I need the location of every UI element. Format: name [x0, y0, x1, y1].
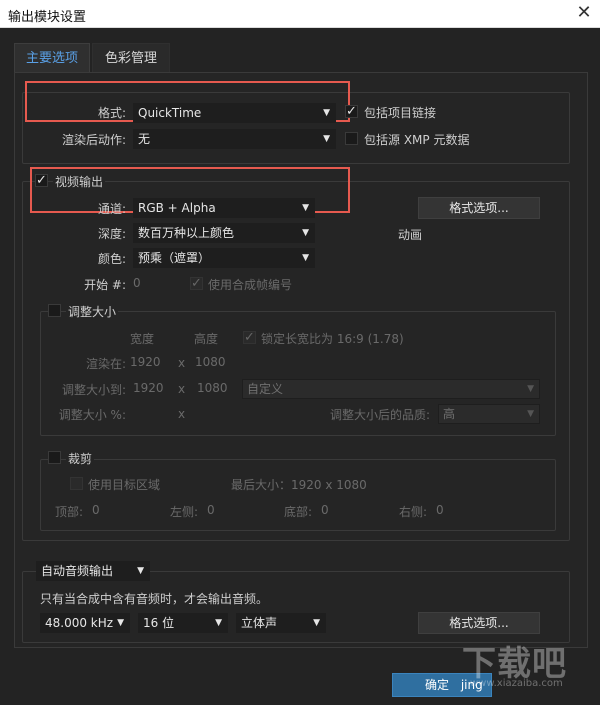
include-xmp-checkbox[interactable]: [345, 132, 358, 145]
channels-value: RGB + Alpha: [138, 201, 216, 215]
resize-preset-dropdown[interactable]: 自定义 ▼: [242, 379, 540, 399]
chevron-down-icon: ▼: [313, 618, 320, 628]
audio-mode-value: 自动音频输出: [41, 564, 114, 578]
color-dropdown[interactable]: 预乘（遮罩） ▼: [133, 248, 315, 268]
audio-format-options-button[interactable]: 格式选项...: [418, 612, 540, 634]
crop-checkbox[interactable]: [48, 451, 61, 464]
lock-aspect-label: 锁定长宽比为 16:9 (1.78): [261, 332, 404, 346]
use-roi-label: 使用目标区域: [88, 478, 161, 492]
chevron-down-icon: ▼: [323, 108, 330, 118]
crop-group: [40, 459, 556, 531]
bit-depth-value: 16 位: [143, 616, 175, 630]
bit-depth-dropdown[interactable]: 16 位 ▼: [138, 613, 228, 633]
resize-percent-label: 调整大小 %:: [58, 408, 126, 422]
format-label: 格式:: [97, 106, 126, 120]
audio-channels-value: 立体声: [241, 616, 278, 630]
chevron-down-icon: ▼: [302, 228, 309, 238]
chevron-down-icon: ▼: [137, 566, 144, 576]
crop-right-label: 右侧:: [399, 505, 428, 519]
video-output-label: 视频输出: [53, 173, 106, 190]
video-format-options-button[interactable]: 格式选项...: [418, 197, 540, 219]
check-icon: ✓: [36, 173, 47, 188]
target-width[interactable]: 1920: [133, 381, 164, 395]
start-label: 开始 #:: [84, 278, 126, 292]
chevron-down-icon: ▼: [302, 253, 309, 263]
tab-main-options[interactable]: 主要选项: [14, 43, 90, 73]
format-dropdown[interactable]: QuickTime ▼: [133, 103, 336, 123]
include-links-label: 包括项目链接: [364, 106, 437, 120]
chevron-down-icon: ▼: [527, 384, 534, 394]
watermark-url: www.xiazaiba.com: [470, 678, 563, 689]
chevron-down-icon: ▼: [323, 134, 330, 144]
depth-label: 深度:: [97, 227, 126, 241]
depth-value: 数百万种以上颜色: [138, 226, 235, 240]
crop-left-value[interactable]: 0: [207, 503, 215, 517]
use-roi-checkbox[interactable]: [70, 477, 83, 490]
color-value: 预乘（遮罩）: [138, 251, 211, 265]
width-header: 宽度: [130, 332, 155, 346]
channels-dropdown[interactable]: RGB + Alpha ▼: [133, 198, 315, 218]
audio-note: 只有当合成中含有音频时，才会输出音频。: [40, 592, 269, 606]
include-links-checkbox[interactable]: ✓: [345, 105, 358, 118]
crop-left-label: 左侧:: [170, 505, 199, 519]
target-height[interactable]: 1080: [197, 381, 228, 395]
check-icon: ✓: [244, 330, 255, 345]
channels-label: 通道:: [97, 202, 126, 216]
lock-aspect-checkbox[interactable]: ✓: [243, 331, 256, 344]
times-sign: x: [178, 382, 186, 396]
chevron-down-icon: ▼: [215, 618, 222, 628]
render-height: 1080: [195, 355, 226, 369]
post-render-value: 无: [138, 132, 151, 146]
tab-color-management[interactable]: 色彩管理: [92, 43, 170, 73]
resize-checkbox[interactable]: [48, 304, 61, 317]
resize-quality-label: 调整大小后的品质:: [329, 408, 430, 422]
use-comp-frame-label: 使用合成帧编号: [208, 278, 293, 292]
chevron-down-icon: ▼: [117, 618, 124, 628]
times-sign: x: [178, 407, 186, 421]
sample-rate-dropdown[interactable]: 48.000 kHz ▼: [40, 613, 130, 633]
title-bar: 输出模块设置 ✕: [0, 0, 600, 28]
use-comp-frame-checkbox[interactable]: ✓: [190, 277, 203, 290]
final-size-label: 最后大小：1920 x 1080: [231, 478, 367, 492]
depth-dropdown[interactable]: 数百万种以上颜色 ▼: [133, 223, 315, 243]
height-header: 高度: [194, 332, 219, 346]
window-title: 输出模块设置: [8, 10, 87, 25]
resize-label: 调整大小: [66, 303, 119, 320]
times-sign: x: [178, 356, 186, 370]
audio-channels-dropdown[interactable]: 立体声 ▼: [236, 613, 326, 633]
crop-bottom-label: 底部:: [284, 505, 313, 519]
post-render-label: 渲染后动作:: [61, 133, 126, 147]
crop-right-value[interactable]: 0: [436, 503, 444, 517]
crop-top-label: 顶部:: [55, 505, 84, 519]
crop-bottom-value[interactable]: 0: [321, 503, 329, 517]
crop-label: 裁剪: [66, 450, 95, 467]
render-at-label: 渲染在:: [85, 357, 126, 371]
include-xmp-label: 包括源 XMP 元数据: [364, 133, 470, 147]
chevron-down-icon: ▼: [302, 203, 309, 213]
crop-top-value[interactable]: 0: [92, 503, 100, 517]
sample-rate-value: 48.000 kHz: [45, 616, 114, 630]
render-width: 1920: [130, 355, 161, 369]
post-render-dropdown[interactable]: 无 ▼: [133, 129, 336, 149]
color-label: 颜色:: [97, 252, 126, 266]
chevron-down-icon: ▼: [527, 409, 534, 419]
check-icon: ✓: [346, 104, 357, 119]
resize-quality-value: 高: [443, 407, 456, 421]
close-icon[interactable]: ✕: [574, 2, 594, 23]
resize-quality-dropdown[interactable]: 高 ▼: [438, 404, 540, 424]
resize-preset-value: 自定义: [247, 382, 284, 396]
video-output-checkbox[interactable]: ✓: [35, 174, 48, 187]
watermark-logo: 下载吧 www.xiazaiba.com: [440, 636, 598, 696]
start-value[interactable]: 0: [133, 276, 141, 290]
codec-label: 动画: [398, 228, 423, 242]
format-value: QuickTime: [138, 106, 202, 120]
resize-to-label: 调整大小到:: [61, 383, 126, 397]
audio-mode-dropdown[interactable]: 自动音频输出 ▼: [36, 561, 150, 581]
check-icon: ✓: [191, 276, 202, 291]
